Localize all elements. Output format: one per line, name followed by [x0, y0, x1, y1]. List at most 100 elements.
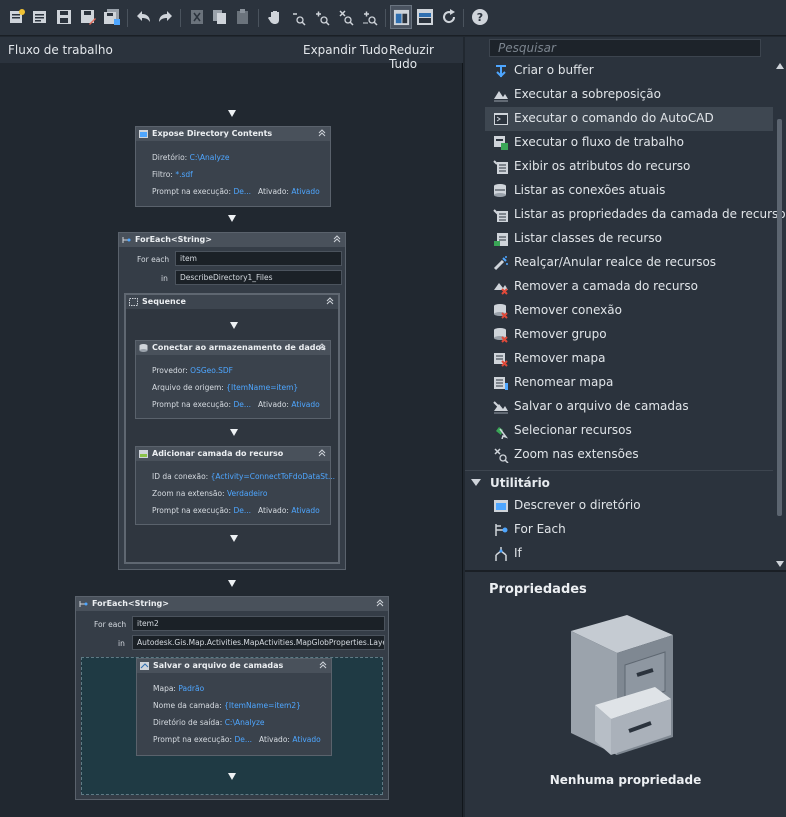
toolbox-item-run-workflow[interactable]: Executar o fluxo de trabalho	[485, 131, 773, 155]
scroll-thumb[interactable]	[777, 119, 782, 516]
toolbox-item-describe-directory[interactable]: Descrever o diretório	[485, 494, 773, 518]
source-file-value[interactable]: {ItemName=item}	[226, 383, 298, 392]
scroll-up-icon[interactable]	[776, 63, 784, 69]
remove-layer-icon	[494, 283, 508, 295]
collapse-all-link[interactable]: Reduzir Tudo	[389, 43, 463, 71]
toolbox-item-list-layer-properties[interactable]: Listar as propriedades da camada de recu…	[485, 203, 786, 227]
toolbox-item-remove-feature-layer[interactable]: Remover a camada do recurso	[485, 275, 773, 299]
provider-label: Provedor:	[152, 366, 188, 375]
toolbox-item-list-feature-classes[interactable]: Listar classes de recurso	[485, 227, 773, 251]
new-workflow-icon[interactable]	[8, 8, 26, 26]
activity-expose-directory[interactable]: Expose Directory Contents Diretório: C:\…	[135, 126, 331, 207]
activity-title: ForEach<String>	[92, 599, 169, 608]
save-as-icon[interactable]	[79, 8, 97, 26]
undo-icon[interactable]	[134, 8, 152, 26]
toolbox-item-save-layer-file[interactable]: Salvar o arquivo de camadas	[485, 395, 773, 419]
toolbox-item-remove-group[interactable]: Remover grupo	[485, 323, 773, 347]
collapse-chevron-icon[interactable]	[318, 343, 326, 351]
filter-label: Filtro:	[152, 170, 173, 179]
prompt-value[interactable]: De...	[233, 400, 251, 409]
flow-arrow	[228, 580, 236, 587]
connection-id-value[interactable]: {Activity=ConnectToFdoDataSt...	[211, 472, 335, 481]
toolbox-item-remove-map[interactable]: Remover mapa	[485, 347, 773, 371]
activity-foreach-2[interactable]: ForEach<String> For each item2 in Autode…	[75, 596, 389, 800]
toolbox-item-for-each[interactable]: For Each	[485, 518, 773, 542]
scroll-down-icon[interactable]	[776, 561, 784, 567]
activity-title: Adicionar camada do recurso	[152, 449, 284, 458]
autocad-command-icon	[494, 113, 508, 125]
collapse-chevron-icon[interactable]	[318, 449, 326, 457]
toolbox-item-run-autocad-command[interactable]: Executar o comando do AutoCAD	[485, 107, 773, 131]
cut-icon[interactable]	[188, 8, 206, 26]
toolbox-item-label: Remover mapa	[514, 351, 606, 365]
enabled-label: Ativado:	[258, 506, 289, 515]
filter-value[interactable]: *.sdf	[175, 170, 192, 179]
toolbox-item-run-overlay[interactable]: Executar a sobreposição	[485, 83, 773, 107]
layout-vertical-icon	[393, 9, 410, 26]
layer-name-value[interactable]: {ItemName=item2}	[224, 701, 301, 710]
toolbox-scrollbar[interactable]	[774, 57, 786, 573]
layout-vertical-button[interactable]	[390, 5, 412, 29]
zoom-out-icon[interactable]	[289, 8, 307, 26]
activity-title: Sequence	[142, 297, 186, 306]
activity-add-feature-layer[interactable]: Adicionar camada do recurso ID da conexã…	[135, 446, 335, 525]
toolbox-item-list-connections[interactable]: Listar as conexões atuais	[485, 179, 773, 203]
save-all-icon[interactable]	[103, 8, 121, 26]
zoom-extent-value[interactable]: Verdadeiro	[227, 489, 267, 498]
help-icon[interactable]: ?	[471, 8, 489, 26]
prompt-value[interactable]: De...	[233, 187, 251, 196]
collapse-chevron-icon[interactable]	[333, 235, 341, 243]
enabled-value[interactable]: Ativado	[291, 187, 319, 196]
prompt-value[interactable]: De...	[233, 506, 251, 515]
toolbox-item-if[interactable]: If	[485, 542, 773, 566]
expand-all-link[interactable]: Expandir Tudo	[303, 43, 388, 57]
provider-value[interactable]: OSGeo.SDF	[190, 366, 233, 375]
toolbox-item-create-buffer[interactable]: Criar o buffer	[485, 59, 773, 83]
zoom-extents-icon[interactable]	[337, 8, 355, 26]
activity-save-layer-file[interactable]: Salvar o arquivo de camadas Mapa: Padrão…	[136, 658, 332, 756]
output-directory-value[interactable]: C:\Analyze	[225, 718, 265, 727]
panel-splitter[interactable]	[465, 570, 786, 572]
activity-connect-data-store[interactable]: Conectar ao armazenamento de dados Prove…	[135, 340, 331, 419]
layout-horizontal-icon[interactable]	[416, 8, 434, 26]
directory-value[interactable]: C:\Analyze	[190, 153, 230, 162]
for-each-variable-input[interactable]: item	[175, 251, 342, 266]
in-collection-input[interactable]: Autodesk.Gis.Map.Activities.MapActivitie…	[132, 635, 385, 650]
copy-icon[interactable]	[211, 8, 229, 26]
toolbox-category-utility[interactable]: Utilitário	[465, 470, 773, 494]
enabled-value[interactable]: Ativado	[291, 400, 319, 409]
pan-icon[interactable]	[266, 8, 284, 26]
activity-title: Expose Directory Contents	[152, 129, 273, 138]
activity-sequence[interactable]: Sequence Conectar ao armazenamento de da…	[124, 293, 340, 564]
toolbox-item-select-features[interactable]: Selecionar recursos	[485, 419, 773, 443]
zoom-in-icon[interactable]	[313, 8, 331, 26]
redo-icon[interactable]	[157, 8, 175, 26]
collapse-chevron-icon[interactable]	[318, 129, 326, 137]
add-layer-icon	[139, 450, 148, 458]
in-collection-input[interactable]: DescribeDirectory1_Files	[175, 270, 342, 285]
map-value[interactable]: Padrão	[178, 684, 204, 693]
toolbox-item-highlight-features[interactable]: Realçar/Anular realce de recursos	[485, 251, 773, 275]
toolbox-item-show-feature-attributes[interactable]: Exibir os atributos do recurso	[485, 155, 773, 179]
toolbox-item-remove-connection[interactable]: Remover conexão	[485, 299, 773, 323]
toolbox-item-rename-map[interactable]: Renomear mapa	[485, 371, 773, 395]
collapse-chevron-icon[interactable]	[319, 661, 327, 669]
for-each-variable-input[interactable]: item2	[132, 616, 385, 631]
in-label: in	[118, 639, 125, 648]
open-workflow-icon[interactable]	[31, 8, 49, 26]
paste-icon[interactable]	[234, 8, 252, 26]
toolbox-item-zoom-extents[interactable]: Zoom nas extensões	[485, 443, 773, 467]
refresh-icon[interactable]	[440, 8, 458, 26]
activity-foreach-1[interactable]: ForEach<String> For each item in Describ…	[118, 232, 346, 570]
remove-connection-icon	[494, 304, 508, 319]
collapse-chevron-icon[interactable]	[376, 599, 384, 607]
enabled-value[interactable]: Ativado	[292, 735, 320, 744]
toolbox-search-input[interactable]: Pesquisar	[489, 39, 761, 57]
save-icon[interactable]	[55, 8, 73, 26]
empty-cabinet-icon	[571, 615, 673, 755]
enabled-value[interactable]: Ativado	[291, 506, 319, 515]
zoom-window-icon[interactable]	[361, 8, 379, 26]
collapse-chevron-icon[interactable]	[326, 297, 334, 305]
prompt-value[interactable]: De...	[234, 735, 252, 744]
workflow-designer: Fluxo de trabalho Expandir Tudo Reduzir …	[0, 37, 463, 817]
